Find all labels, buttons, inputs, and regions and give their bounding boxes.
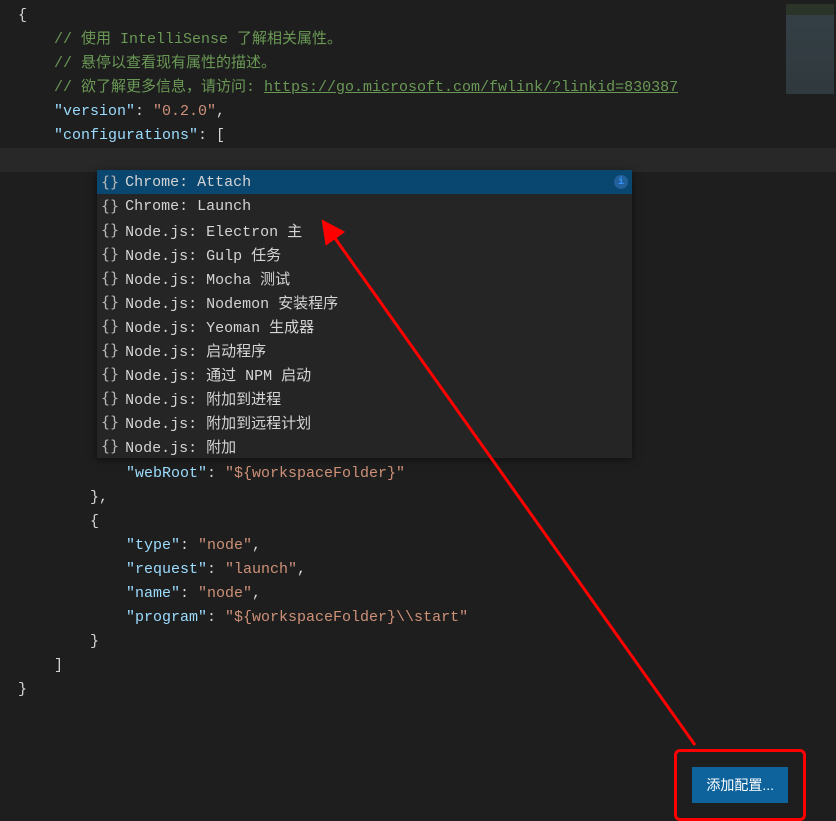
val-program: "${workspaceFolder}\\start" [225,609,468,626]
key-version: "version" [54,103,135,120]
snippet-icon: {} [101,173,119,191]
snippet-icon: {} [101,197,119,215]
suggest-item-npm-launch[interactable]: {} Node.js: 通过 NPM 启动 [97,362,632,386]
suggest-label: Node.js: 附加到远程计划 [125,412,311,433]
val-version: "0.2.0" [153,103,216,120]
info-icon[interactable]: i [614,175,628,189]
suggest-label: Node.js: Gulp 任务 [125,244,281,265]
doc-link[interactable]: https://go.microsoft.com/fwlink/?linkid=… [264,79,678,96]
brace-open: { [18,7,27,24]
add-configuration-button[interactable]: 添加配置... [692,767,788,803]
suggest-label: Node.js: 通过 NPM 启动 [125,364,311,385]
suggest-item-attach-process[interactable]: {} Node.js: 附加到进程 [97,386,632,410]
val-webroot: "${workspaceFolder}" [225,465,405,482]
snippet-icon: {} [101,221,119,239]
suggest-item-chrome-attach[interactable]: {} Chrome: Attach i [97,170,632,194]
suggest-label: Chrome: Launch [125,198,251,215]
comment-line-1: // 使用 IntelliSense 了解相关属性。 [54,31,342,48]
suggest-label: Node.js: Mocha 测试 [125,268,290,289]
suggest-item-nodemon[interactable]: {} Node.js: Nodemon 安装程序 [97,290,632,314]
suggest-item-mocha[interactable]: {} Node.js: Mocha 测试 [97,266,632,290]
suggest-label: Chrome: Attach [125,174,251,191]
snippet-icon: {} [101,437,119,455]
active-line [0,148,836,172]
suggest-item-attach-remote[interactable]: {} Node.js: 附加到远程计划 [97,410,632,434]
suggest-item-gulp[interactable]: {} Node.js: Gulp 任务 [97,242,632,266]
snippet-icon: {} [101,389,119,407]
key-configurations: "configurations" [54,127,198,144]
add-config-highlight-frame: 添加配置... [674,749,806,821]
key-program: "program" [126,609,207,626]
key-type: "type" [126,537,180,554]
suggest-item-attach[interactable]: {} Node.js: 附加 [97,434,632,458]
snippet-icon: {} [101,365,119,383]
suggest-label: Node.js: Yeoman 生成器 [125,316,314,337]
suggest-label: Node.js: 启动程序 [125,340,266,361]
snippet-icon: {} [101,341,119,359]
suggest-label: Node.js: Nodemon 安装程序 [125,292,338,313]
snippet-icon: {} [101,245,119,263]
suggest-item-electron[interactable]: {} Node.js: Electron 主 [97,218,632,242]
snippet-icon: {} [101,317,119,335]
suggest-item-yeoman[interactable]: {} Node.js: Yeoman 生成器 [97,314,632,338]
comment-line-3-prefix: // 欲了解更多信息，请访问: [54,79,264,96]
snippet-icon: {} [101,413,119,431]
val-name: "node" [198,585,252,602]
brace-close: } [18,681,27,698]
val-request: "launch" [225,561,297,578]
suggest-label: Node.js: Electron 主 [125,220,302,241]
snippet-icon: {} [101,293,119,311]
suggest-label: Node.js: 附加到进程 [125,388,281,409]
suggest-item-launch-program[interactable]: {} Node.js: 启动程序 [97,338,632,362]
comment-line-2: // 悬停以查看现有属性的描述。 [54,55,276,72]
key-request: "request" [126,561,207,578]
key-webroot: "webRoot" [126,465,207,482]
key-name: "name" [126,585,180,602]
suggest-item-chrome-launch[interactable]: {} Chrome: Launch [97,194,632,218]
snippet-icon: {} [101,269,119,287]
intellisense-suggest-widget[interactable]: {} Chrome: Attach i {} Chrome: Launch {} N… [97,170,632,458]
suggest-label: Node.js: 附加 [125,436,236,457]
val-type: "node" [198,537,252,554]
